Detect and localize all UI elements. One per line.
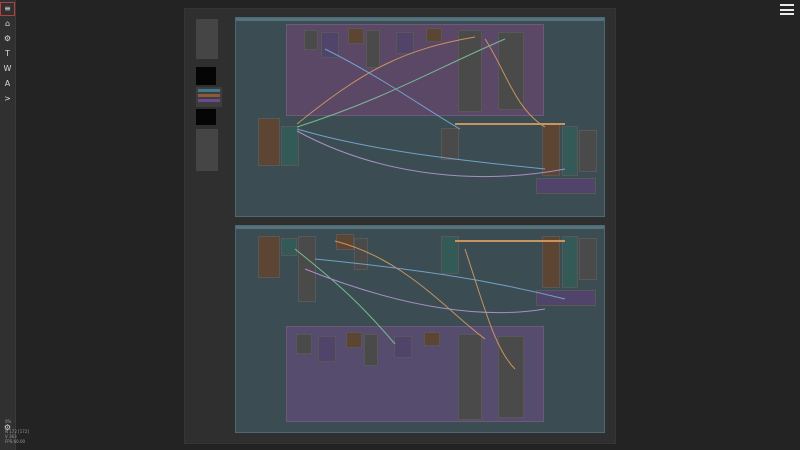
graph-node[interactable] — [441, 128, 459, 160]
graph-node[interactable] — [354, 238, 368, 270]
graph-node[interactable] — [536, 178, 596, 194]
graph-node[interactable] — [542, 124, 560, 176]
graph-node[interactable] — [318, 336, 336, 362]
graph-node[interactable] — [364, 334, 378, 366]
menu-bar — [780, 4, 794, 6]
graph-node[interactable] — [298, 236, 316, 302]
group-title-bar — [236, 18, 604, 21]
menu-bar — [780, 8, 794, 11]
image-preview — [196, 67, 216, 85]
graph-node[interactable] — [281, 238, 297, 256]
graph-canvas[interactable] — [184, 8, 616, 444]
menu-bar — [780, 13, 794, 15]
graph-node[interactable] — [562, 236, 578, 288]
graph-node[interactable] — [296, 334, 312, 354]
image-preview — [196, 109, 216, 125]
graph-node[interactable] — [498, 336, 524, 418]
word-icon[interactable]: W — [0, 62, 15, 76]
workflow-group-upper[interactable] — [235, 17, 605, 217]
mini-node-stack[interactable] — [196, 87, 222, 107]
mini-node-panel[interactable] — [196, 19, 218, 59]
graph-node[interactable] — [536, 290, 596, 306]
sidebar: ≡ ⌂ ⚙ T W A > 0% ⚙ N 172 [172] V 363 FPS… — [0, 0, 29, 450]
main-menu-button[interactable] — [780, 4, 794, 15]
home-icon[interactable]: ⌂ — [0, 17, 15, 31]
graph-node[interactable] — [321, 32, 339, 58]
graph-node[interactable] — [424, 332, 440, 346]
letter-a-icon[interactable]: A — [0, 77, 15, 91]
status-fps: FPS:60.00 — [5, 439, 26, 444]
graph-node[interactable] — [394, 336, 412, 358]
graph-node[interactable] — [562, 126, 578, 176]
mini-node-panel[interactable] — [196, 129, 218, 171]
workflow-group-lower[interactable] — [235, 225, 605, 433]
prompt-icon[interactable]: > — [0, 92, 15, 106]
graph-node[interactable] — [336, 234, 354, 250]
hamburger-icon[interactable]: ≡ — [0, 2, 15, 16]
graph-node[interactable] — [348, 28, 364, 44]
graph-node[interactable] — [281, 126, 299, 166]
graph-node[interactable] — [579, 130, 597, 172]
group-title-bar — [236, 226, 604, 229]
mini-bar — [198, 94, 220, 97]
graph-node[interactable] — [579, 238, 597, 280]
graph-node[interactable] — [441, 236, 459, 274]
graph-node[interactable] — [542, 236, 560, 288]
graph-node[interactable] — [396, 32, 414, 54]
graph-node[interactable] — [458, 334, 482, 420]
graph-node[interactable] — [498, 32, 524, 110]
mini-bar — [198, 89, 220, 92]
text-icon[interactable]: T — [0, 47, 15, 61]
graph-node[interactable] — [258, 236, 280, 278]
graph-node[interactable] — [304, 30, 318, 50]
graph-node[interactable] — [426, 28, 442, 42]
graph-node[interactable] — [346, 332, 362, 348]
graph-node[interactable] — [458, 30, 482, 112]
graph-node[interactable] — [258, 118, 280, 166]
gear-icon[interactable]: ⚙ — [0, 32, 15, 46]
mini-bar — [198, 99, 220, 102]
graph-node[interactable] — [366, 30, 380, 68]
